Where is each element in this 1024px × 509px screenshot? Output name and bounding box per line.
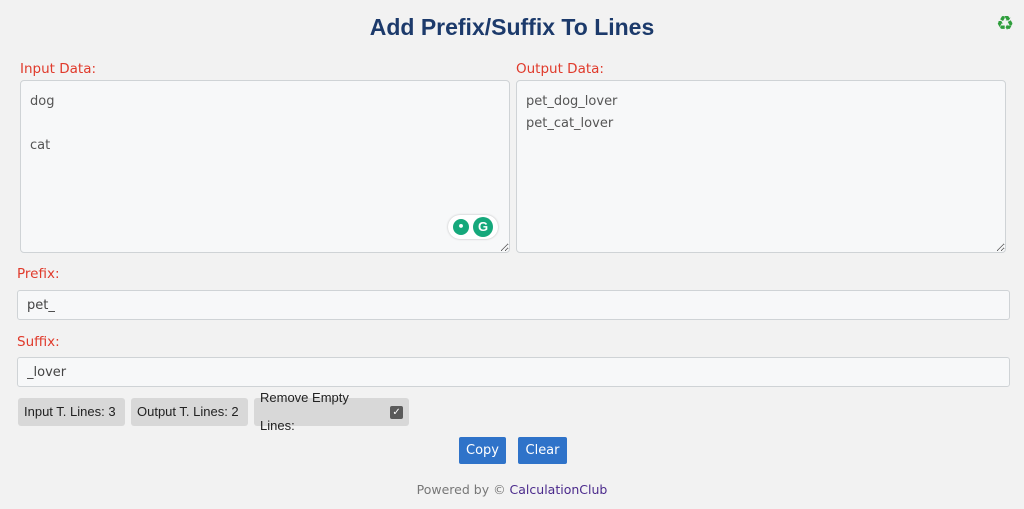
copy-button[interactable]: Copy (459, 437, 506, 464)
output-data-textarea[interactable] (516, 80, 1006, 253)
input-lines-text: Input T. Lines: 3 (24, 404, 116, 419)
grammarly-bulb-icon[interactable]: • (453, 219, 469, 235)
remove-empty-lines-checkbox[interactable]: ✓ (390, 405, 403, 419)
suffix-input[interactable] (17, 357, 1010, 387)
clear-button[interactable]: Clear (518, 437, 567, 464)
output-lines-count: Output T. Lines: 2 (131, 398, 248, 426)
grammarly-widget[interactable]: • G (448, 215, 498, 239)
output-data-label: Output Data: (516, 61, 604, 77)
recycle-icon[interactable]: ♻ (996, 11, 1014, 35)
footer: Powered by © CalculationClub (0, 482, 1024, 497)
input-data-textarea[interactable] (20, 80, 510, 253)
remove-empty-lines-label: Remove Empty Lines: (260, 390, 349, 433)
powered-by-text: Powered by © (416, 482, 510, 497)
page-title: Add Prefix/Suffix To Lines (369, 14, 655, 40)
output-lines-text: Output T. Lines: 2 (137, 404, 239, 419)
prefix-label: Prefix: (17, 266, 60, 282)
prefix-input[interactable] (17, 290, 1010, 320)
calculationclub-link[interactable]: CalculationClub (510, 482, 608, 497)
input-data-label: Input Data: (20, 61, 97, 77)
input-lines-count: Input T. Lines: 3 (18, 398, 125, 426)
suffix-label: Suffix: (17, 334, 60, 350)
grammarly-logo-icon[interactable]: G (473, 217, 493, 237)
remove-empty-lines-toggle[interactable]: Remove Empty Lines: ✓ (254, 390, 409, 433)
